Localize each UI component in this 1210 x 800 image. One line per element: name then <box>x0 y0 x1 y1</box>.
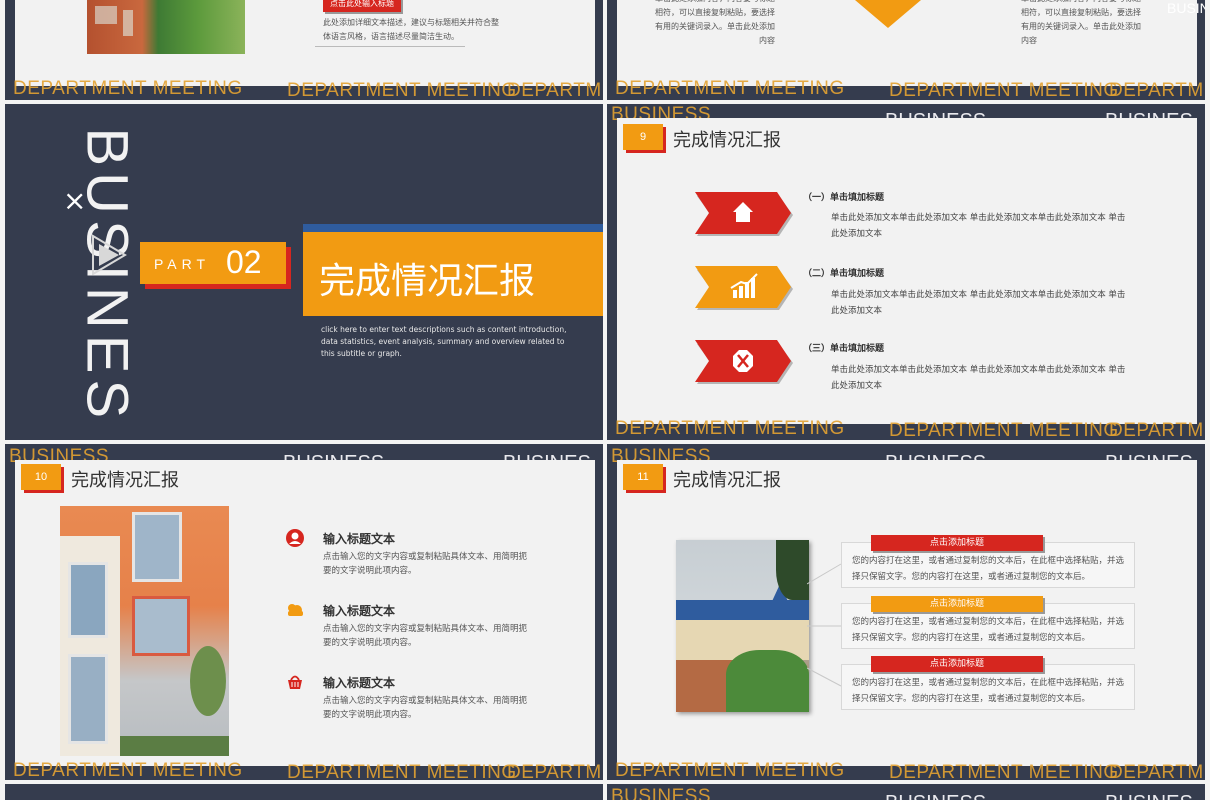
part-number: 02 <box>226 244 262 280</box>
item-title: 输入标题文本 <box>323 676 396 690</box>
watermark-department: DEPARTME <box>507 80 603 100</box>
item-text: 点击输入您的文字内容或复制粘贴具体文本、用简明扼要的文字说明此项内容。 <box>323 552 528 576</box>
box-tag[interactable]: 点击添加标题 <box>871 596 1043 612</box>
slide-number: 11 <box>623 464 663 490</box>
watermark-department: DEPARTMENT MEETING <box>287 80 517 100</box>
title-box: 完成情况汇报 <box>303 232 603 316</box>
title-tag[interactable]: 点击此处输入标题 <box>323 0 401 12</box>
item-text: 单击此处添加文本单击此处添加文本 单击此处添加文本单击此处添加文本 单击此处添加… <box>831 365 1126 391</box>
vertical-watermark: BUSINES <box>74 127 140 425</box>
watermark-department: DEPARTMENT MEETING <box>889 420 1119 440</box>
slide-thumbnail-10[interactable]: BUSINESS BUSINESS BUSINES 10 完成情况汇报 输入标题… <box>5 444 603 780</box>
slide-title: 完成情况汇报 <box>71 470 179 491</box>
left-text: 单击此处添加内容，内容要与标题相符，可以直接复制粘贴，要选择有用的关键词录入。单… <box>655 0 775 45</box>
blue-bar <box>303 224 603 232</box>
slide-thumbnail-part[interactable]: BUSINES × PART 02 完成情况汇报 click here to e… <box>5 104 603 440</box>
building-photo <box>60 506 229 756</box>
watermark-business: BUSINESS <box>885 792 986 800</box>
slide-thumbnail-9[interactable]: BUSINESS BUSINESS BUSINES 9 完成情况汇报 （一）单击… <box>607 104 1205 440</box>
watermark-department: DEPARTMENT MEETING <box>615 760 845 780</box>
slide-thumbnail-bottom-left[interactable] <box>5 784 603 800</box>
divider-line <box>315 46 465 47</box>
description-text: 此处添加详细文本描述，建议与标题相关并符合整体语言风格，语言描述尽量简洁生动。 <box>323 18 499 41</box>
slide-title: 完成情况汇报 <box>673 130 781 151</box>
slide-number: 10 <box>21 464 61 490</box>
chart-icon <box>695 266 793 310</box>
play-icon <box>92 234 127 276</box>
box-text: 您的内容打在这里，或者通过复制您的文本后，在此框中选择粘贴，并选择只保留文字。您… <box>852 617 1125 643</box>
tools-icon <box>695 340 793 384</box>
watermark-department: DEPARTMENT MEETING <box>13 760 243 780</box>
item-title: 输入标题文本 <box>323 532 396 546</box>
slide-number: 9 <box>623 124 663 150</box>
connector-lines <box>807 563 842 687</box>
slide-thumbnail-top-left[interactable]: 点击此处输入标题 此处添加详细文本描述，建议与标题相关并符合整体语言风格，语言描… <box>5 0 603 100</box>
basket-icon <box>288 675 302 689</box>
watermark-department: DEPARTMENT MEETING <box>615 418 845 439</box>
slide-thumbnail-bottom-right[interactable]: BUSINESS BUSINESS BUSINES <box>607 784 1205 800</box>
box-text: 您的内容打在这里，或者通过复制您的文本后，在此框中选择粘贴，并选择只保留文字。您… <box>852 556 1125 582</box>
watermark-department: DEPARTME <box>1109 80 1205 100</box>
item-title: （一）单击填加标题 <box>803 193 885 203</box>
item-text: 单击此处添加文本单击此处添加文本 单击此处添加文本单击此处添加文本 单击此处添加… <box>831 213 1126 239</box>
watermark-department: DEPARTME <box>1109 420 1205 440</box>
watermark-department: DEPARTME <box>507 762 603 780</box>
item-title: 输入标题文本 <box>323 604 396 618</box>
watermark-department: DEPARTME <box>1109 762 1205 780</box>
box-text: 您的内容打在这里，或者通过复制您的文本后，在此框中选择粘贴，并选择只保留文字。您… <box>852 678 1125 704</box>
slide-thumbnail-11[interactable]: BUSINESS BUSINESS BUSINES 11 完成情况汇报 您的内容… <box>607 444 1205 780</box>
watermark-department: DEPARTMENT MEETING <box>889 762 1119 780</box>
item-title: （二）单击填加标题 <box>803 269 885 279</box>
item-text: 单击此处添加文本单击此处添加文本 单击此处添加文本单击此处添加文本 单击此处添加… <box>831 290 1126 316</box>
part-label: PART <box>154 256 211 272</box>
part-label-box: PART 02 <box>140 242 286 284</box>
part-description: click here to enter text descriptions su… <box>321 325 567 358</box>
box-tag[interactable]: 点击添加标题 <box>871 535 1043 551</box>
watermark-business: BUSINESS <box>611 786 712 800</box>
watermark-department: DEPARTMENT MEETING <box>287 762 517 780</box>
part-title: 完成情况汇报 <box>319 261 536 302</box>
user-icon <box>286 529 304 547</box>
watermark-business: BUSINES <box>1105 792 1193 800</box>
item-text: 点击输入您的文字内容或复制粘贴具体文本、用简明扼要的文字说明此项内容。 <box>323 696 528 720</box>
slide-title: 完成情况汇报 <box>673 470 781 491</box>
diamond-icon <box>855 0 921 28</box>
right-text: 单击此处添加内容，内容要与标题相符，可以直接复制粘贴，要选择有用的关键词录入。单… <box>1021 0 1141 45</box>
watermark-right: BUSINESS <box>1167 0 1205 16</box>
school-photo <box>676 540 809 712</box>
slide-thumbnail-top-right[interactable]: 单击此处添加内容，内容要与标题相符，可以直接复制粘贴，要选择有用的关键词录入。单… <box>607 0 1205 100</box>
home-icon <box>695 192 793 236</box>
building-photo <box>87 0 245 54</box>
watermark-department: DEPARTMENT MEETING <box>615 78 845 99</box>
item-text: 点击输入您的文字内容或复制粘贴具体文本、用简明扼要的文字说明此项内容。 <box>323 624 528 648</box>
close-glyph: × <box>63 184 87 217</box>
watermark-department: DEPARTMENT MEETING <box>889 80 1119 100</box>
item-title: （三）单击填加标题 <box>803 344 885 354</box>
cloud-icon <box>288 604 303 616</box>
box-tag[interactable]: 点击添加标题 <box>871 656 1043 672</box>
watermark-department: DEPARTMENT MEETING <box>13 78 243 99</box>
